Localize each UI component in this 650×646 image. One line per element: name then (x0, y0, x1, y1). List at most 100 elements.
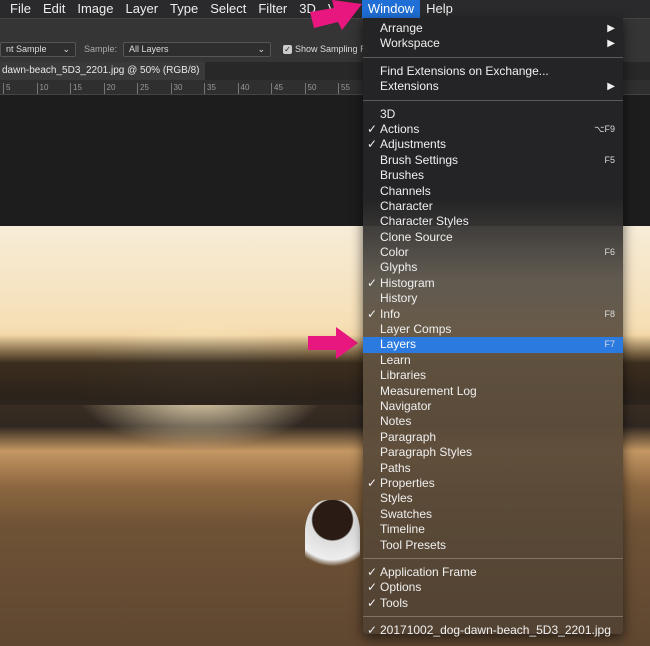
menu-item-actions[interactable]: ✓ Actions ⌥F9 (363, 122, 623, 137)
shortcut-label: F8 (604, 308, 615, 319)
menu-item-label: Options (380, 580, 422, 595)
ruler-tick: 25 (137, 83, 149, 94)
checkmark-icon: ✓ (367, 595, 378, 610)
ruler-tick: 20 (103, 83, 115, 94)
menu-item-libraries[interactable]: Libraries (363, 368, 623, 383)
menu-item-label: Brush Settings (380, 152, 459, 167)
menubar-edit[interactable]: Edit (37, 0, 71, 18)
menu-separator (363, 99, 623, 101)
menu-item-info[interactable]: ✓ Info F8 (363, 307, 623, 322)
sample-size-select[interactable]: nt Sample ⌄ (0, 41, 76, 57)
menu-item-learn[interactable]: Learn (363, 353, 623, 368)
menu-item-workspace[interactable]: Workspace ▶ (363, 36, 623, 51)
menu-item-label: Adjustments (380, 137, 447, 152)
menu-item-application-frame[interactable]: ✓ Application Frame (363, 565, 623, 580)
checkmark-icon: ✓ (367, 121, 378, 136)
menu-item-histogram[interactable]: ✓ Histogram (363, 276, 623, 291)
show-sampling-ring-checkbox[interactable]: ✓ Show Sampling Ri (283, 44, 369, 54)
show-sampling-ring-label: Show Sampling Ri (295, 44, 369, 54)
menu-item-label: Glyphs (380, 260, 418, 275)
menu-item-clone-source[interactable]: Clone Source (363, 230, 623, 245)
menubar-filter[interactable]: Filter (252, 0, 293, 18)
menubar-type[interactable]: Type (164, 0, 204, 18)
menu-item-layers[interactable]: Layers F7 (363, 337, 623, 353)
menu-item-find-extensions-on-exchange[interactable]: Find Extensions on Exchange... (363, 64, 623, 79)
menu-item-character[interactable]: Character (363, 199, 623, 214)
menu-item-label: Layer Comps (380, 322, 452, 337)
ruler-tick: 15 (70, 83, 82, 94)
menu-item-history[interactable]: History (363, 291, 623, 306)
submenu-arrow-icon: ▶ (607, 81, 615, 93)
document-tab[interactable]: dawn-beach_5D3_2201.jpg @ 50% (RGB/8) (0, 62, 205, 80)
menu-item-label: Find Extensions on Exchange... (380, 63, 549, 78)
menu-item-label: Learn (380, 352, 411, 367)
shortcut-label: F7 (604, 339, 615, 350)
menubar-file[interactable]: File (4, 0, 37, 18)
checkmark-icon: ✓ (367, 564, 378, 579)
menu-item-adjustments[interactable]: ✓ Adjustments (363, 137, 623, 152)
menu-item-3d[interactable]: 3D (363, 107, 623, 122)
menu-item-paragraph-styles[interactable]: Paragraph Styles (363, 445, 623, 460)
ruler-tick: 55 (338, 83, 350, 94)
menu-item-color[interactable]: Color F6 (363, 245, 623, 260)
menu-item-tools[interactable]: ✓ Tools (363, 596, 623, 611)
submenu-arrow-icon: ▶ (607, 38, 615, 50)
menu-item-label: Layers (380, 337, 417, 352)
menu-item-brushes[interactable]: Brushes (363, 168, 623, 183)
menu-item-label: History (380, 291, 418, 306)
sample-select[interactable]: All Layers ⌄ (123, 41, 272, 57)
menu-item-label: Styles (380, 491, 413, 506)
checkbox-icon: ✓ (283, 44, 293, 54)
menu-item-tool-presets[interactable]: Tool Presets (363, 538, 623, 553)
menu-item-label: Workspace (380, 36, 440, 51)
menu-item-notes[interactable]: Notes (363, 414, 623, 429)
menu-item-label: Info (380, 306, 401, 321)
menu-item-arrange[interactable]: Arrange ▶ (363, 21, 623, 36)
shortcut-label: F5 (604, 154, 615, 165)
menu-item-label: Paragraph (380, 429, 437, 444)
menubar-layer[interactable]: Layer (120, 0, 165, 18)
menubar-window[interactable]: Window (361, 0, 421, 18)
menu-item-styles[interactable]: Styles (363, 491, 623, 506)
menu-item-properties[interactable]: ✓ Properties (363, 476, 623, 491)
menubar-image[interactable]: Image (71, 0, 119, 18)
menu-item-measurement-log[interactable]: Measurement Log (363, 384, 623, 399)
menu-item-options[interactable]: ✓ Options (363, 580, 623, 595)
menu-item-timeline[interactable]: Timeline (363, 522, 623, 537)
menu-item-label: Paths (380, 460, 411, 475)
menu-item-label: Clone Source (380, 229, 453, 244)
menu-item-paragraph[interactable]: Paragraph (363, 430, 623, 445)
checkmark-icon: ✓ (367, 623, 378, 638)
checkmark-icon: ✓ (367, 275, 378, 290)
checkmark-icon: ✓ (367, 580, 378, 595)
menu-item-20171002-dog-dawn-beach-5d3-2201-jpg[interactable]: ✓ 20171002_dog-dawn-beach_5D3_2201.jpg (363, 623, 623, 638)
menu-item-label: Arrange (380, 21, 423, 35)
menubar-help[interactable]: Help (420, 0, 459, 18)
shortcut-label: ⌥F9 (594, 123, 615, 134)
ruler-tick: 5 (3, 83, 10, 94)
menu-item-label: Measurement Log (380, 383, 477, 398)
menu-item-label: Navigator (380, 398, 432, 413)
menu-item-label: Properties (380, 475, 435, 490)
menu-item-brush-settings[interactable]: Brush Settings F5 (363, 153, 623, 168)
menu-item-glyphs[interactable]: Glyphs (363, 260, 623, 275)
menu-item-paths[interactable]: Paths (363, 461, 623, 476)
ruler-tick: 30 (170, 83, 182, 94)
menu-item-extensions[interactable]: Extensions ▶ (363, 79, 623, 94)
ruler-tick: 10 (36, 83, 48, 94)
sample-label: Sample: (84, 44, 118, 54)
pointer-arrow-icon (308, 327, 358, 359)
menu-item-label: 20171002_dog-dawn-beach_5D3_2201.jpg (380, 623, 611, 638)
menu-item-label: Application Frame (380, 564, 477, 579)
menubar-select[interactable]: Select (204, 0, 252, 18)
menu-separator (363, 557, 623, 559)
shortcut-label: F6 (604, 247, 615, 258)
sample-value: All Layers (129, 44, 169, 54)
menu-item-layer-comps[interactable]: Layer Comps (363, 322, 623, 337)
menu-item-swatches[interactable]: Swatches (363, 507, 623, 522)
menu-item-navigator[interactable]: Navigator (363, 399, 623, 414)
menu-item-label: Channels (380, 183, 431, 198)
ruler-tick: 40 (237, 83, 249, 94)
menu-item-character-styles[interactable]: Character Styles (363, 214, 623, 229)
menu-item-channels[interactable]: Channels (363, 184, 623, 199)
